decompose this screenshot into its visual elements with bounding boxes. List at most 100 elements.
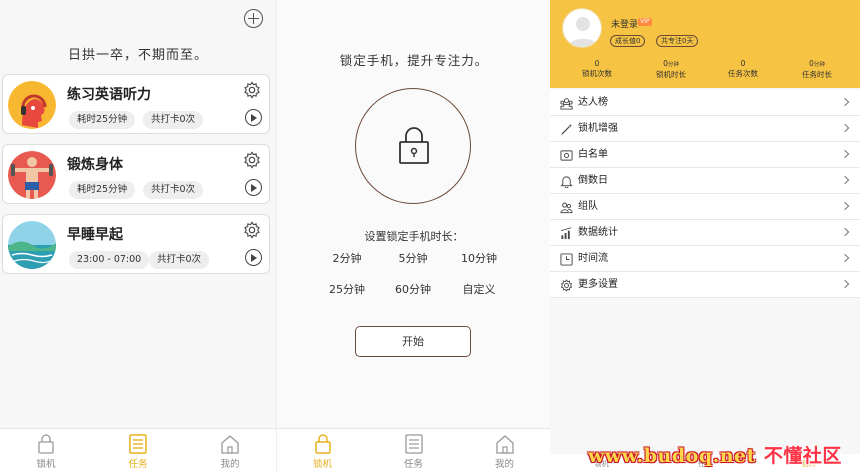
tasks-screen: 日拱一卒，不期而至。 练习英语听力 耗时25分钟 共打卡0次 锻炼身体 耗时25… bbox=[0, 0, 276, 472]
home-icon bbox=[495, 435, 514, 454]
stat-task-count: 0 任务次数 bbox=[708, 59, 778, 79]
watermark-cn: 不懂社区 bbox=[763, 445, 842, 467]
menu-item-countdown[interactable]: 倒数日 bbox=[550, 168, 860, 194]
menu-item-timeline[interactable]: 时间流 bbox=[550, 246, 860, 272]
user-avatar-icon[interactable] bbox=[562, 8, 602, 48]
play-icon[interactable] bbox=[245, 109, 262, 126]
menu-item-lock-enhance[interactable]: 锁机增强 bbox=[550, 116, 860, 142]
lock-screen: 锁定手机，提升专注力。 设置锁定手机时长： 2分钟 5分钟 10分钟 25分钟 … bbox=[276, 0, 550, 472]
menu-item-ranking[interactable]: 达人榜 bbox=[550, 90, 860, 116]
padlock-icon bbox=[399, 127, 429, 164]
profile-menu: 达人榜 锁机增强 白名单 倒数日 组队 数据统计 时间流 更多设置 bbox=[550, 90, 860, 298]
menu-item-team[interactable]: 组队 bbox=[550, 194, 860, 220]
menu-label: 达人榜 bbox=[578, 97, 608, 108]
stat-lock-count: 0 锁机次数 bbox=[562, 59, 632, 79]
profile-header: 未登录 VIP 成长值0 共专注0天 0 锁机次数 0分钟 锁机时长 0 任务次… bbox=[550, 0, 860, 88]
nav-label: 我的 bbox=[220, 459, 240, 470]
add-task-icon[interactable] bbox=[244, 9, 263, 28]
menu-label: 时间流 bbox=[578, 253, 608, 264]
task-duration-chip: 耗时25分钟 bbox=[69, 181, 136, 199]
chevron-right-icon bbox=[840, 123, 850, 133]
chevron-right-icon bbox=[840, 175, 850, 185]
nav-mine[interactable]: 我的 bbox=[459, 429, 550, 472]
team-icon bbox=[560, 202, 573, 214]
chevron-right-icon bbox=[840, 201, 850, 211]
chevron-right-icon bbox=[840, 97, 850, 107]
start-button[interactable]: 开始 bbox=[355, 326, 471, 357]
menu-label: 锁机增强 bbox=[578, 123, 618, 134]
duration-option[interactable]: 2分钟 bbox=[312, 250, 382, 266]
watermark-site: www.budoq.net bbox=[588, 445, 756, 467]
menu-item-more-settings[interactable]: 更多设置 bbox=[550, 272, 860, 298]
duration-option[interactable]: 25分钟 bbox=[312, 281, 382, 297]
play-icon[interactable] bbox=[245, 179, 262, 196]
play-icon[interactable] bbox=[245, 249, 262, 266]
nav-lock[interactable]: 锁机 bbox=[277, 429, 368, 472]
task-name: 早睡早起 bbox=[67, 227, 123, 243]
duration-option[interactable]: 5分钟 bbox=[378, 250, 448, 266]
nav-label: 我的 bbox=[494, 459, 514, 470]
lock-circle[interactable] bbox=[355, 88, 471, 204]
username[interactable]: 未登录 bbox=[611, 17, 638, 30]
duration-label: 设置锁定手机时长： bbox=[364, 230, 464, 243]
focus-days-pill: 共专注0天 bbox=[656, 35, 699, 47]
task-duration-chip: 耗时25分钟 bbox=[69, 111, 136, 129]
duration-option[interactable]: 自定义 bbox=[444, 281, 514, 297]
menu-label: 数据统计 bbox=[578, 227, 618, 238]
stat-task-duration: 0分钟 任务时长 bbox=[782, 59, 852, 80]
ranking-icon bbox=[560, 98, 573, 110]
task-list-icon bbox=[404, 434, 423, 454]
stat-lock-duration: 0分钟 锁机时长 bbox=[636, 59, 706, 80]
task-list-icon bbox=[129, 434, 147, 454]
task-checkins-chip: 共打卡0次 bbox=[143, 111, 204, 129]
gear-icon bbox=[560, 279, 573, 292]
whitelist-icon bbox=[560, 150, 573, 161]
chart-icon bbox=[560, 227, 572, 240]
task-duration-chip: 23:00 - 07:00 bbox=[69, 251, 150, 269]
duration-option[interactable]: 60分钟 bbox=[378, 281, 448, 297]
gear-icon[interactable] bbox=[243, 221, 261, 239]
lock-title: 锁定手机，提升专注力。 bbox=[339, 53, 489, 68]
task-checkins-chip: 共打卡0次 bbox=[149, 251, 210, 269]
gear-icon[interactable] bbox=[243, 81, 261, 99]
chevron-right-icon bbox=[840, 253, 850, 263]
menu-label: 更多设置 bbox=[578, 279, 618, 290]
stat-label: 任务次数 bbox=[728, 69, 758, 78]
stat-value: 0 bbox=[594, 59, 600, 68]
nav-mine[interactable]: 我的 bbox=[184, 429, 276, 472]
duration-option[interactable]: 10分钟 bbox=[444, 250, 514, 266]
gear-icon[interactable] bbox=[243, 151, 261, 169]
menu-label: 白名单 bbox=[578, 149, 608, 160]
nav-lock[interactable]: 锁机 bbox=[0, 429, 92, 472]
lock-icon bbox=[314, 434, 331, 454]
task-card-sleep[interactable]: 早睡早起 23:00 - 07:00 共打卡0次 bbox=[2, 214, 270, 274]
nav-tasks[interactable]: 任务 bbox=[92, 429, 184, 472]
chevron-right-icon bbox=[840, 227, 850, 237]
menu-label: 倒数日 bbox=[578, 175, 608, 186]
headphones-avatar-icon bbox=[8, 81, 56, 129]
stat-label: 锁机次数 bbox=[582, 69, 612, 78]
sunrise-avatar-icon bbox=[8, 221, 56, 269]
menu-label: 组队 bbox=[578, 201, 598, 212]
motto-text: 日拱一卒，不期而至。 bbox=[67, 48, 208, 63]
nav-label: 锁机 bbox=[36, 459, 56, 470]
chevron-right-icon bbox=[840, 149, 850, 159]
menu-item-whitelist[interactable]: 白名单 bbox=[550, 142, 860, 168]
lock-icon bbox=[38, 434, 54, 454]
chevron-right-icon bbox=[840, 279, 850, 289]
growth-pill[interactable]: 成长值0 bbox=[610, 35, 646, 47]
task-name: 锻炼身体 bbox=[67, 157, 123, 173]
nav-tasks[interactable]: 任务 bbox=[368, 429, 459, 472]
task-card-english[interactable]: 练习英语听力 耗时25分钟 共打卡0次 bbox=[2, 74, 270, 134]
magic-wand-icon bbox=[561, 123, 573, 135]
bell-icon bbox=[560, 176, 573, 188]
exercise-avatar-icon bbox=[8, 151, 56, 199]
menu-item-statistics[interactable]: 数据统计 bbox=[550, 220, 860, 246]
nav-label: 任务 bbox=[403, 459, 423, 470]
stat-unit: 分钟 bbox=[667, 62, 679, 68]
home-icon bbox=[221, 435, 239, 454]
watermark: www.budoq.net 不懂社区 bbox=[588, 444, 842, 468]
task-card-exercise[interactable]: 锻炼身体 耗时25分钟 共打卡0次 bbox=[2, 144, 270, 204]
bottom-nav: 锁机 任务 我的 bbox=[277, 428, 550, 472]
task-checkins-chip: 共打卡0次 bbox=[143, 181, 204, 199]
